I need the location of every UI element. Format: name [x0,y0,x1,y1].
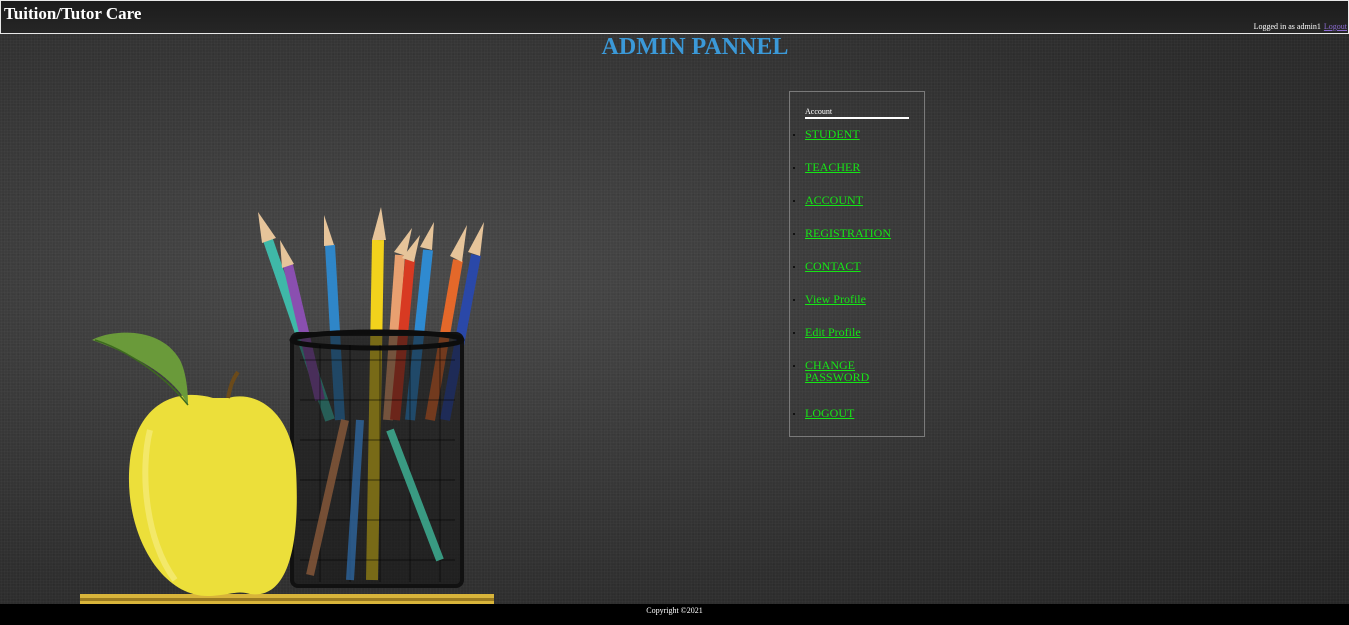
logout-link[interactable]: LOGOUT [805,407,917,419]
logged-in-text: Logged in as admin1 [1253,22,1321,31]
bullet-icon [793,200,795,202]
bullet-icon [793,365,795,367]
student-link[interactable]: STUDENT [805,128,917,140]
copyright-text: Copyright ©2021 [646,606,703,615]
apple-and-pencils-illustration [80,207,494,604]
contact-link[interactable]: CONTACT [805,260,917,272]
bullet-icon [793,134,795,136]
bullet-icon [793,332,795,334]
bullet-icon [793,233,795,235]
bullet-icon [793,266,795,268]
view-profile-link[interactable]: View Profile [805,293,917,305]
header-logout-link[interactable]: Logout [1324,22,1347,31]
bullet-icon [793,167,795,169]
registration-link[interactable]: REGISTRATION [805,227,917,239]
change-password-link[interactable]: CHANGE PASSWORD [805,359,885,383]
menu-heading: Account [805,107,909,119]
account-menu: Account STUDENT TEACHER ACCOUNT REGISTRA… [789,91,925,437]
site-footer: Copyright ©2021 [0,604,1349,625]
login-status: Logged in as admin1 Logout [1254,22,1347,31]
account-link[interactable]: ACCOUNT [805,194,917,206]
bullet-icon [793,299,795,301]
bullet-icon [793,413,795,415]
teacher-link[interactable]: TEACHER [805,161,917,173]
edit-profile-link[interactable]: Edit Profile [805,326,917,338]
